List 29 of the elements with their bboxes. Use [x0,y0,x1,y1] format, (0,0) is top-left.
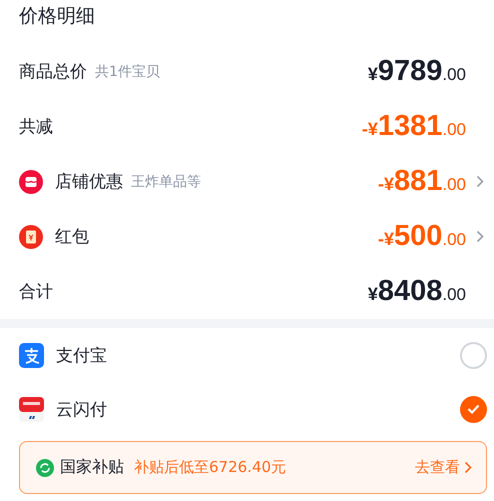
radio-button[interactable] [460,342,487,368]
row-note: 王炸单品等 [131,172,201,190]
checkmark-icon [467,404,480,414]
row-label: 共减 [19,116,53,138]
payment-label: 支付宝 [56,344,107,366]
price-amount: ¥9789.00 [368,55,466,88]
payment-label: 云闪付 [56,398,107,420]
radio-button[interactable] [460,396,487,422]
envelope-icon [19,224,43,248]
price-amount: -¥1381.00 [362,110,466,143]
unionpay-icon [19,396,44,422]
price-amount: ¥8408.00 [368,275,466,308]
section-title: 价格明细 [18,4,96,29]
price-amount: -¥500.00 [378,220,466,253]
chevron-right-icon [476,175,484,188]
row-label: 商品总价 [19,61,87,83]
shop-icon [19,170,43,194]
chevron-right-icon [464,461,472,474]
row-label: 合计 [19,281,53,303]
row-label: 店铺优惠 [55,171,123,193]
subsidy-label: 国家补贴 [60,457,124,478]
price-amount: -¥881.00 [378,165,466,198]
subsidy-banner[interactable]: 国家补贴 补贴后低至6726.40元 去查看 [19,441,487,494]
row-label: 红包 [55,226,89,248]
row-note: 共1件宝贝 [95,62,160,80]
chevron-right-icon [476,230,484,243]
alipay-icon [19,342,44,368]
refresh-icon [36,458,54,476]
subsidy-detail: 补贴后低至6726.40元 [134,458,286,477]
